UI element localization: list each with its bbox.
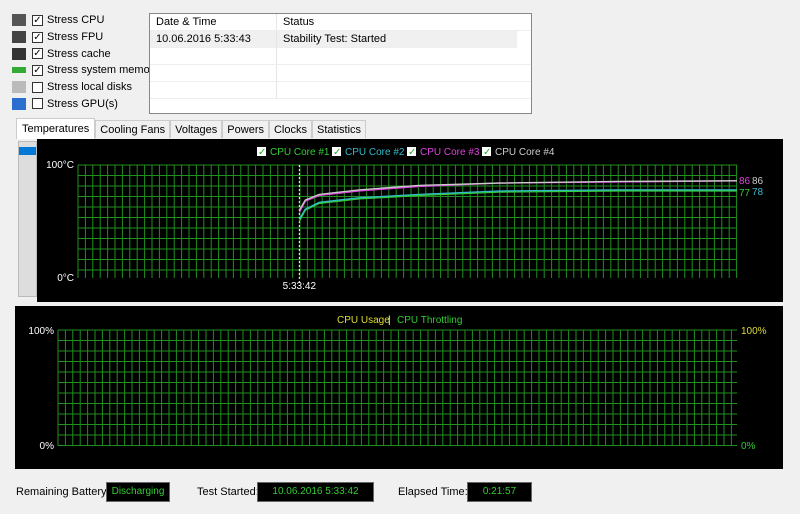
option-label: Stress FPU xyxy=(47,31,104,44)
test-started-label: Test Started: xyxy=(197,486,259,498)
cell-status: Stability Test: Started xyxy=(283,33,387,45)
checkbox[interactable]: ✓ xyxy=(32,14,43,26)
tab-powers[interactable]: Powers xyxy=(222,120,269,138)
series-line-core-1 xyxy=(298,190,737,222)
cpu-icon xyxy=(12,14,26,27)
legend-separator: | xyxy=(388,315,391,326)
header-status[interactable]: Status xyxy=(277,14,531,30)
option-5[interactable]: Stress GPU(s) xyxy=(12,95,159,112)
checkbox[interactable]: ✓ xyxy=(32,31,43,43)
sensor-list-scrollbar[interactable] xyxy=(18,141,37,297)
tab-cooling-fans[interactable]: Cooling Fans xyxy=(95,120,171,138)
option-label: Stress GPU(s) xyxy=(47,97,118,110)
tab-temperatures[interactable]: Temperatures xyxy=(16,118,96,139)
fpu-icon xyxy=(12,31,26,44)
option-1[interactable]: ✓ Stress FPU xyxy=(12,29,159,46)
header-date-time[interactable]: Date & Time xyxy=(150,14,277,30)
tab-voltages[interactable]: Voltages xyxy=(170,120,223,138)
cache-icon xyxy=(12,47,26,60)
legend-item: CPU Core #2 xyxy=(345,147,405,158)
scroll-thumb[interactable] xyxy=(19,147,36,155)
option-label: Stress system memory xyxy=(47,64,159,77)
legend-check-icon: ✓ xyxy=(258,147,266,158)
table-row-empty xyxy=(150,48,531,65)
tab-statistics[interactable]: Statistics xyxy=(312,120,367,138)
legend-check-icon: ✓ xyxy=(483,147,491,158)
axis-label: 0% xyxy=(741,441,756,452)
elapsed-time-label: Elapsed Time: xyxy=(398,486,468,498)
tab-bar: Temperatures Cooling Fans Voltages Powers Cl… xyxy=(16,118,367,139)
memory-icon xyxy=(12,67,26,74)
series-line-core-4 xyxy=(298,180,738,211)
tab-clocks[interactable]: Clocks xyxy=(268,120,312,138)
battery-label: Remaining Battery: xyxy=(16,486,110,498)
option-3[interactable]: ✓ Stress system memory xyxy=(12,62,159,79)
test-started-value: 10.06.2016 5:33:42 xyxy=(257,482,374,502)
legend-cpu-usage: CPU Usage xyxy=(337,315,390,326)
table-row[interactable]: 10.06.2016 5:33:43 Stability Test: Start… xyxy=(150,31,517,48)
legend-item: CPU Core #3 xyxy=(420,147,480,158)
end-value-label: 78 xyxy=(752,187,764,198)
cpu-usage-chart-svg: CPU Usage| CPU Throttling 100% 0% 100% 0% xyxy=(28,315,767,452)
option-label: Stress local disks xyxy=(47,81,132,94)
legend-item: CPU Core #1 xyxy=(270,147,330,158)
end-value-label: 86 xyxy=(752,176,764,187)
legend-check-icon: ✓ xyxy=(333,147,341,158)
series-line-core-2 xyxy=(298,189,737,220)
checkbox[interactable] xyxy=(32,81,43,93)
option-2[interactable]: ✓ Stress cache xyxy=(12,45,159,62)
option-label: Stress CPU xyxy=(47,14,105,27)
option-4[interactable]: Stress local disks xyxy=(12,79,159,96)
start-marker-label: 5:33:42 xyxy=(283,281,317,292)
temperature-chart: 100°C 0°C 5:33:42 ✓ CPU Core #1 ✓ CPU Core #2 ✓… xyxy=(37,139,783,302)
end-value-label: 86 xyxy=(739,176,751,187)
legend-item: CPU Core #4 xyxy=(495,147,555,158)
checkbox[interactable]: ✓ xyxy=(32,64,43,76)
end-value-label: 77 xyxy=(739,188,751,199)
y-tick-label: 100°C xyxy=(46,160,74,171)
checkbox[interactable]: ✓ xyxy=(32,48,43,60)
option-0[interactable]: ✓ Stress CPU xyxy=(12,12,159,29)
table-row-empty xyxy=(150,82,531,99)
event-log-table: Date & Time Status 10.06.2016 5:33:43 St… xyxy=(149,13,532,114)
y-tick-label: 0°C xyxy=(57,273,74,284)
table-header: Date & Time Status xyxy=(150,14,531,31)
legend-check-icon: ✓ xyxy=(408,147,416,158)
elapsed-time-value: 0:21:57 xyxy=(467,482,532,502)
axis-label: 100% xyxy=(741,326,767,337)
cell-date-time: 10.06.2016 5:33:43 xyxy=(150,31,277,47)
axis-label: 100% xyxy=(28,326,54,337)
stress-options: ✓ Stress CPU ✓ Stress FPU ✓ Stress cache ✓ Stre… xyxy=(12,12,159,112)
cpu-usage-chart: CPU Usage | CPU Throttling 100% 0% 100% 0% xyxy=(15,306,783,469)
checkbox[interactable] xyxy=(32,98,43,110)
axis-label: 0% xyxy=(40,441,55,452)
battery-value: Discharging xyxy=(106,482,170,502)
legend-cpu-throttling: CPU Throttling xyxy=(397,315,462,326)
disk-icon xyxy=(12,81,26,94)
table-row-empty xyxy=(150,65,531,82)
temperature-chart-svg: 100°C0°C5:33:42✓ CPU Core #1 ✓ CPU Core #2 ✓… xyxy=(46,147,764,292)
gpu-icon xyxy=(12,97,26,110)
option-label: Stress cache xyxy=(47,47,111,60)
